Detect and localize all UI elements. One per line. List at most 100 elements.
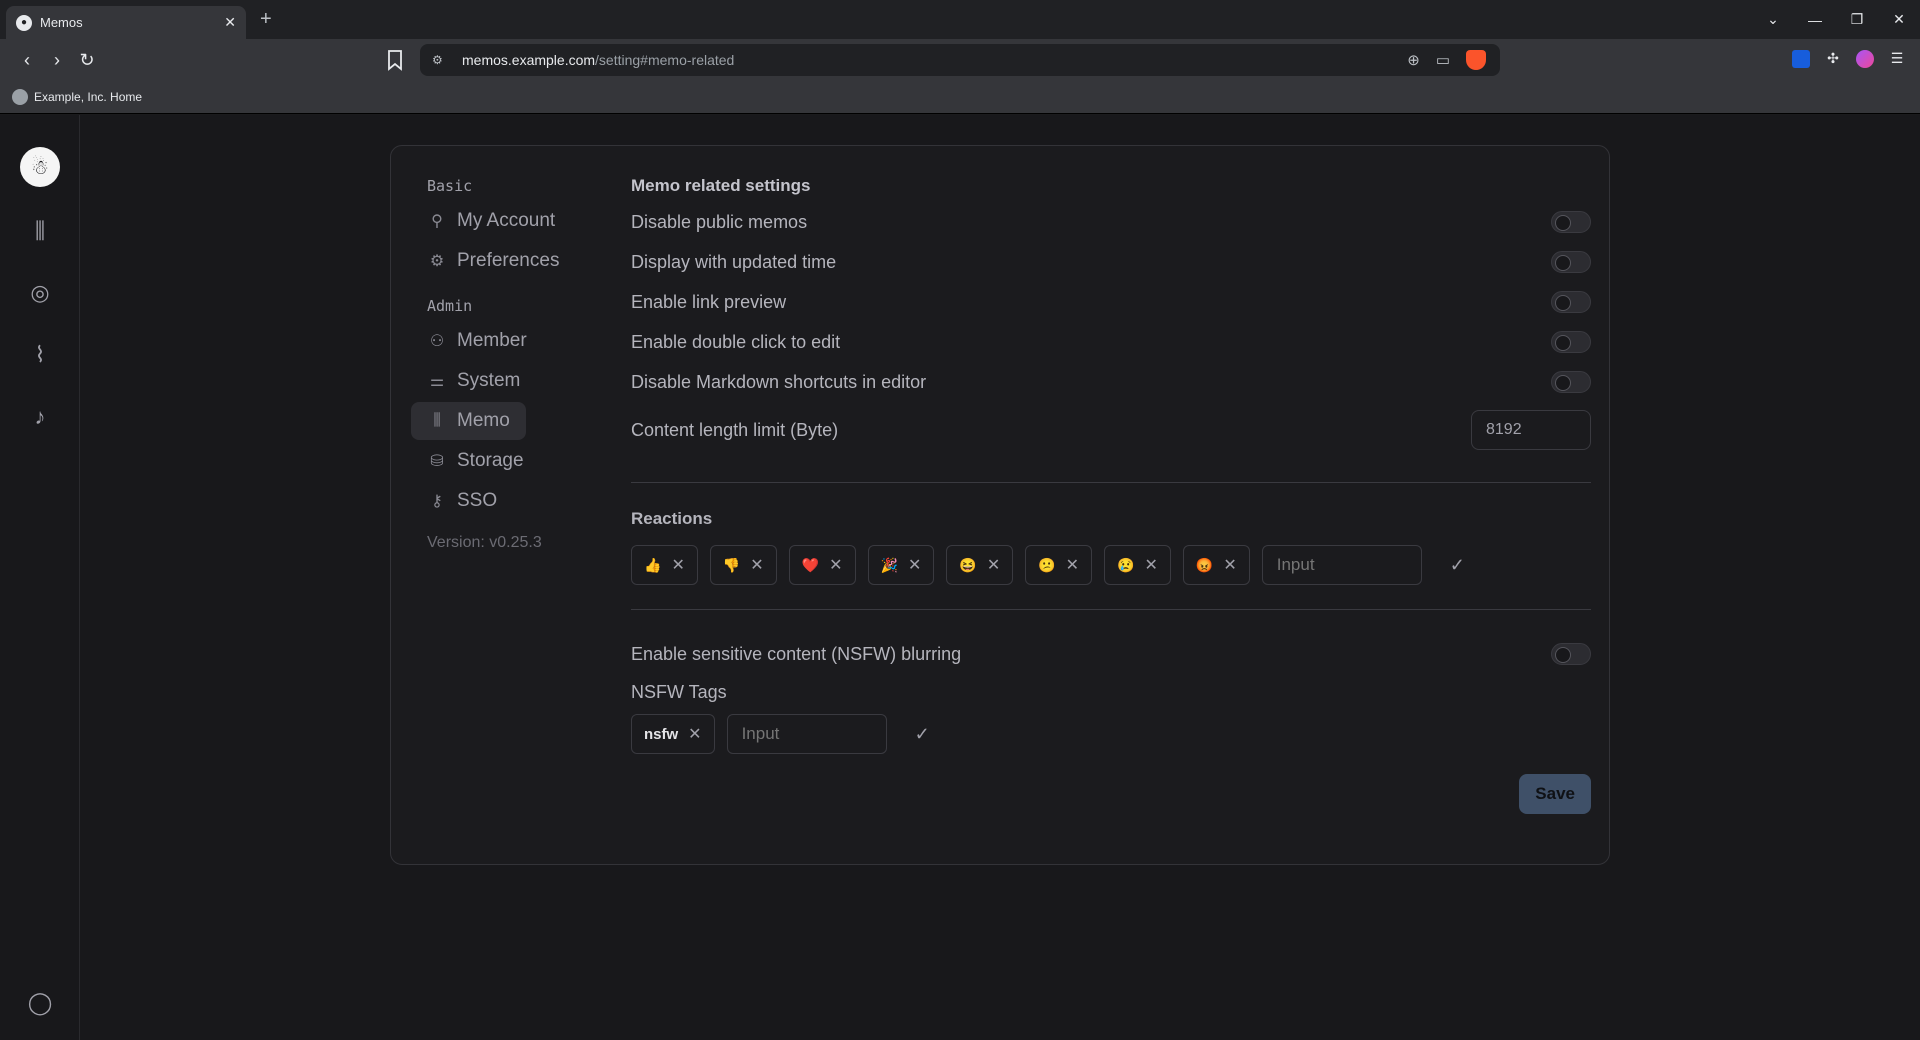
brave-shields-icon[interactable]: [1466, 50, 1486, 70]
setting-label: Content length limit (Byte): [631, 419, 839, 440]
sidebar-item-label: Preferences: [457, 250, 560, 271]
remove-icon[interactable]: ✕: [1066, 555, 1079, 575]
reaction-chip: 😆 ✕: [946, 545, 1014, 585]
save-button[interactable]: Save: [1519, 774, 1591, 814]
reaction-emoji: 👍: [644, 556, 662, 573]
setting-row: Enable sensitive content (NSFW) blurring: [631, 634, 1591, 674]
setting-row: Enable link preview: [631, 282, 1591, 322]
divider: [631, 609, 1591, 610]
setting-label: Display with updated time: [631, 251, 837, 272]
bitwarden-icon[interactable]: [1792, 50, 1810, 68]
setting-row: Disable public memos: [631, 202, 1591, 242]
memos-favicon-icon: ●: [16, 14, 32, 31]
tag-label: nsfw: [644, 725, 679, 743]
close-window-button[interactable]: ✕: [1878, 11, 1920, 28]
restore-button[interactable]: ❐: [1836, 11, 1878, 28]
remove-icon[interactable]: ✕: [1223, 555, 1236, 575]
users-icon: ⚇: [429, 333, 445, 350]
bookmark-item[interactable]: Example, Inc. Home: [34, 90, 142, 104]
browser-tabbar: ● Memos ✕ + ⌄ — ❐ ✕: [0, 0, 1920, 39]
url-path: /setting#memo-related: [595, 52, 735, 68]
remove-icon[interactable]: ✕: [671, 555, 684, 575]
setting-label: Enable double click to edit: [631, 331, 841, 352]
reaction-chip: 🎉 ✕: [867, 545, 935, 585]
setting-row: Disable Markdown shortcuts in editor: [631, 362, 1591, 402]
enable-double-click-edit-toggle[interactable]: [1551, 331, 1591, 353]
menu-icon[interactable]: ☰: [1888, 50, 1906, 68]
reaction-chip: ❤️ ✕: [788, 545, 856, 585]
remove-icon[interactable]: ✕: [688, 724, 701, 744]
setting-label: Disable Markdown shortcuts in editor: [631, 371, 927, 392]
setting-label: Enable sensitive content (NSFW) blurring: [631, 643, 962, 664]
sidebar-item-storage[interactable]: ⛁ Storage: [411, 442, 540, 480]
reaction-input[interactable]: [1261, 545, 1422, 585]
tab-search-icon[interactable]: ⌄: [1752, 11, 1794, 28]
extensions-icon[interactable]: ✣: [1824, 50, 1842, 68]
nsfw-blur-toggle[interactable]: [1551, 643, 1591, 665]
bell-icon[interactable]: ♪: [26, 403, 54, 431]
user-avatar-icon[interactable]: ◯: [26, 990, 54, 1018]
content-length-limit-input[interactable]: [1471, 410, 1591, 450]
setting-row: Enable double click to edit: [631, 322, 1591, 362]
database-icon: ⛁: [430, 453, 444, 470]
settings-sidebar: Basic ⚲ My Account ⚙ Preferences Admin ⚇…: [411, 174, 591, 552]
remove-icon[interactable]: ✕: [750, 555, 763, 575]
sidebar-item-label: My Account: [457, 210, 556, 231]
explore-icon[interactable]: ◎: [26, 279, 54, 307]
nsfw-tag-input[interactable]: [726, 714, 887, 754]
paperclip-icon[interactable]: ⌇: [26, 341, 54, 369]
setting-label: Disable public memos: [631, 211, 808, 232]
close-tab-icon[interactable]: ✕: [224, 14, 236, 31]
enable-link-preview-toggle[interactable]: [1551, 291, 1591, 313]
reactions-title: Reactions: [631, 509, 713, 528]
check-icon[interactable]: ✓: [899, 724, 946, 745]
reaction-emoji: 😢: [1117, 556, 1135, 573]
sidebar-item-preferences[interactable]: ⚙ Preferences: [411, 242, 575, 280]
bookmarks-bar: Example, Inc. Home: [0, 81, 1920, 114]
minimize-button[interactable]: —: [1794, 12, 1836, 28]
sliders-icon: ⚌: [429, 373, 445, 390]
disable-public-memos-toggle[interactable]: [1551, 211, 1591, 233]
display-updated-time-toggle[interactable]: [1551, 251, 1591, 273]
reaction-chip: 😕 ✕: [1025, 545, 1093, 585]
section-title: Memo related settings: [631, 176, 811, 195]
nsfw-tag-chip: nsfw ✕: [631, 714, 715, 754]
sidebar-item-my-account[interactable]: ⚲ My Account: [411, 202, 571, 240]
new-tab-button[interactable]: +: [260, 8, 272, 31]
memos-logo-icon[interactable]: ☃: [20, 147, 60, 187]
sidebar-item-label: Memo: [457, 410, 510, 431]
user-icon: ⚲: [431, 213, 443, 230]
site-info-icon[interactable]: ⚙: [432, 53, 448, 67]
check-icon[interactable]: ✓: [1434, 555, 1481, 576]
library-icon: ⫼: [433, 412, 441, 429]
browser-tab[interactable]: ● Memos ✕: [6, 6, 246, 39]
bookmark-icon[interactable]: [386, 49, 404, 71]
reaction-emoji: 😕: [1038, 556, 1056, 573]
reaction-emoji: 👎: [722, 556, 741, 573]
sidebar-item-memo[interactable]: ⫼ Memo: [411, 402, 526, 440]
sidebar-item-member[interactable]: ⚇ Member: [411, 322, 543, 360]
sidebar-item-label: System: [457, 370, 521, 391]
remove-icon[interactable]: ✕: [1145, 555, 1158, 575]
window-controls: ⌄ — ❐ ✕: [1752, 0, 1920, 39]
reaction-chip: 😢 ✕: [1104, 545, 1171, 585]
sidebar-item-system[interactable]: ⚌ System: [411, 362, 536, 400]
reaction-emoji: 😆: [959, 556, 977, 573]
profile-orb-icon[interactable]: [1856, 50, 1874, 68]
remove-icon[interactable]: ✕: [987, 555, 1000, 575]
reload-icon[interactable]: ↻: [72, 50, 102, 71]
globe-icon: [12, 89, 28, 105]
library-icon[interactable]: ⫼: [26, 217, 54, 245]
remove-icon[interactable]: ✕: [829, 555, 842, 575]
zoom-icon[interactable]: ⊕: [1407, 51, 1420, 69]
cast-icon[interactable]: ▭: [1436, 51, 1450, 69]
tab-title: Memos: [40, 15, 83, 30]
disable-markdown-shortcuts-toggle[interactable]: [1551, 371, 1591, 393]
sidebar-item-sso[interactable]: ⚷ SSO: [411, 482, 513, 520]
remove-icon[interactable]: ✕: [908, 555, 921, 575]
address-bar[interactable]: ⚙ memos.example.com/setting#memo-related…: [420, 44, 1500, 76]
back-icon[interactable]: ‹: [12, 50, 42, 71]
reaction-emoji: ❤️: [801, 556, 820, 573]
forward-icon[interactable]: ›: [42, 50, 72, 71]
sidebar-item-label: Storage: [457, 450, 524, 471]
